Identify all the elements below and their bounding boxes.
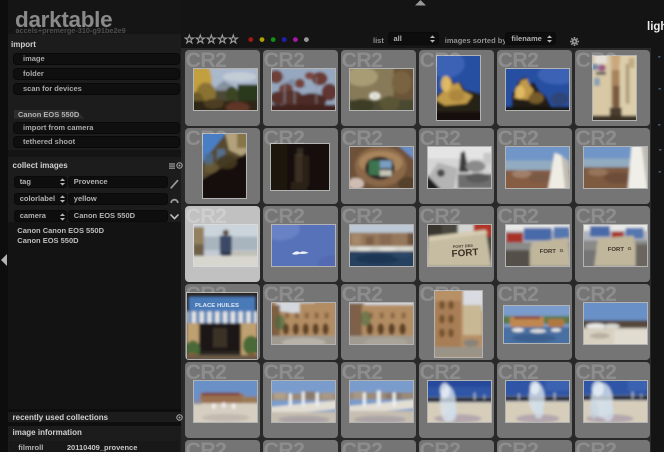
svg-text:PLACE HUILES: PLACE HUILES <box>195 303 239 309</box>
svg-text:G: G <box>627 246 631 252</box>
svg-text:FORT: FORT <box>539 249 556 255</box>
svg-text:G: G <box>559 248 563 254</box>
svg-text:FORT: FORT <box>451 247 479 260</box>
svg-text:FORT: FORT <box>607 247 624 253</box>
